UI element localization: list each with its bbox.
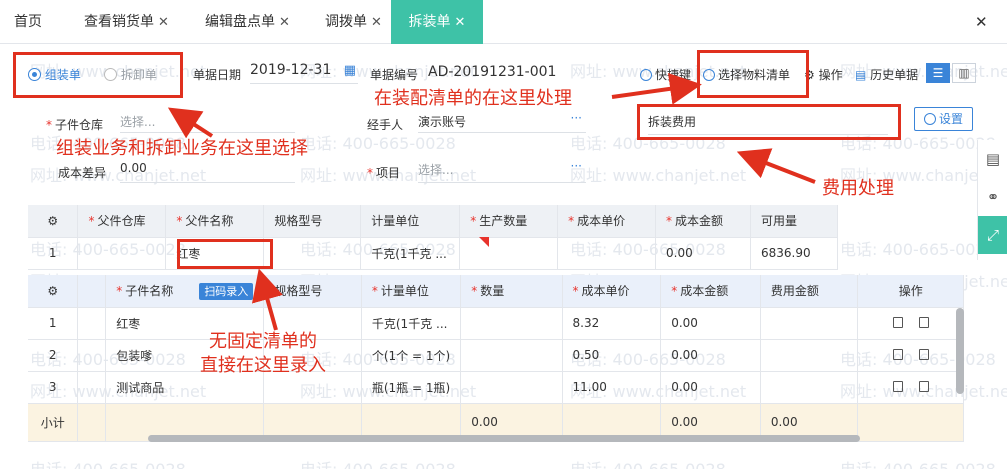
app-root: 电话: 400-665-0028电话: 400-665-0028电话: 400-… xyxy=(0,0,1007,469)
arrow-to-radio xyxy=(167,107,214,139)
annotation-arrows xyxy=(167,72,816,331)
arrow-to-bom xyxy=(611,72,702,105)
arrow-to-name xyxy=(251,268,283,331)
arrow-to-fee xyxy=(736,148,816,184)
